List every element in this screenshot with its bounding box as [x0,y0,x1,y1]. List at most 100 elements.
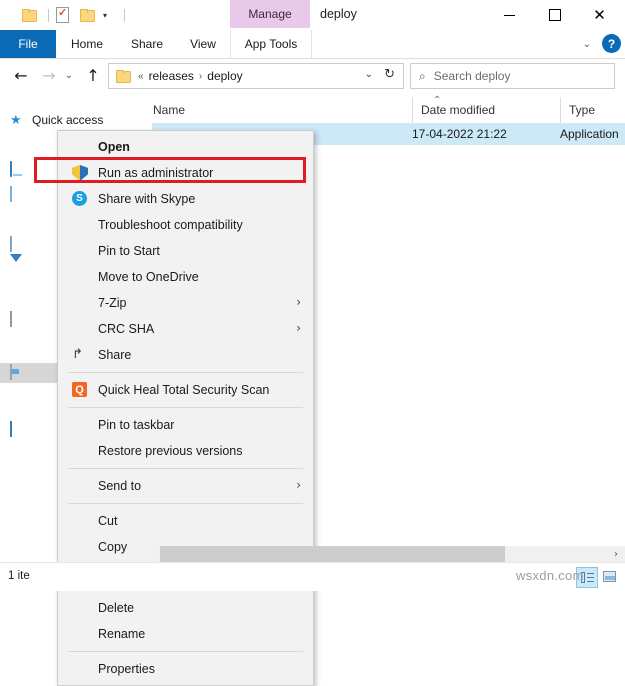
tab-file[interactable]: File [0,30,56,58]
column-header-date-modified[interactable]: Date modified [412,97,561,123]
maximize-icon [548,9,561,21]
forward-icon[interactable]: → [36,62,62,88]
menu-item-pin-to-taskbar[interactable]: Pin to taskbar [58,412,313,438]
up-icon[interactable]: ↑ [80,62,106,88]
help-icon[interactable]: ? [602,34,621,53]
menu-item-pin-to-start[interactable]: Pin to Start [58,238,313,264]
menu-item-label: Run as administrator [98,166,214,180]
tab-share[interactable]: Share [118,30,176,58]
menu-item-send-to[interactable]: Send to › [58,473,313,499]
address-toolbar: ← → ⌄ ↑ « releases › deploy ⌄ ↻ ⌕ Search… [0,59,625,91]
menu-item-share[interactable]: ↱ Share [58,342,313,368]
horizontal-scrollbar[interactable]: › [152,546,625,562]
folder-icon [116,70,131,83]
sidebar-item-desktop[interactable] [10,210,32,230]
contextual-tab-group-manage: Manage [230,0,310,28]
this-pc-icon [10,161,26,178]
status-item-count: 1 ite [8,570,30,582]
menu-item-restore-previous-versions[interactable]: Restore previous versions [58,438,313,464]
menu-item-label: Pin to taskbar [98,418,175,432]
menu-item-label: Share with Skype [98,192,196,206]
column-header-type[interactable]: Type [560,97,625,123]
sidebar-item-network[interactable] [10,420,32,440]
search-icon: ⌕ [419,68,426,83]
window-title: deploy [320,7,357,21]
scrollbar-thumb[interactable] [160,546,505,562]
sidebar-item-documents[interactable] [10,235,32,255]
properties-icon [56,6,69,23]
menu-item-rename[interactable]: Rename [58,621,313,647]
search-input[interactable]: Search deploy [434,69,511,83]
network-icon [10,421,26,438]
onedrive-icon [72,269,88,285]
qat-new-folder-button[interactable] [80,5,95,25]
minimize-icon [504,14,515,16]
chevron-right-icon: › [296,321,301,335]
chevron-right-icon: › [296,478,301,492]
qat-folder-button[interactable] [22,5,37,25]
sidebar-item-videos[interactable] [10,335,32,355]
chevron-right-icon[interactable]: › [609,546,623,562]
title-bar: ▾ Manage deploy ✕ [0,0,625,30]
sidebar-item-3d-objects[interactable] [10,185,32,205]
menu-item-label: Pin to Start [98,244,160,258]
sidebar-item-pictures[interactable] [10,310,32,330]
cell-date-modified: 17-04-2022 21:22 [412,127,507,141]
qat-customize-dropdown[interactable]: ▾ [100,5,107,25]
sidebar-item-downloads[interactable] [10,254,32,280]
minimize-button[interactable] [487,0,532,30]
menu-item-label: Properties [98,662,155,676]
qat-properties-button[interactable] [56,5,69,25]
recent-locations-icon[interactable]: ⌄ [60,62,78,88]
large-icons-view-button[interactable] [599,567,619,586]
menu-item-move-to-onedrive[interactable]: Move to OneDrive [58,264,313,290]
music-icon [10,287,26,303]
qat-separator-2 [118,5,131,25]
menu-item-cut[interactable]: Cut [58,508,313,534]
tab-view[interactable]: View [176,30,230,58]
menu-item-label: Restore previous versions [98,444,243,458]
new-folder-icon [80,9,95,22]
sidebar-item-dvd-drive[interactable] [10,392,32,412]
breadcrumb-item-releases[interactable]: releases [149,69,194,83]
menu-item-run-as-administrator[interactable]: Run as administrator [34,157,313,186]
sidebar-item-onedrive[interactable] [10,135,32,155]
menu-divider [68,651,303,652]
back-icon[interactable]: ← [8,62,34,88]
breadcrumb-overflow[interactable]: « [138,71,144,82]
breadcrumb-item-deploy[interactable]: deploy [207,69,242,83]
sidebar-item-quick-access[interactable]: ★ Quick access [10,110,103,130]
menu-item-crc-sha[interactable]: CRC SHA › [58,316,313,342]
chevron-down-icon[interactable]: ⌄ [578,35,596,53]
column-header-name-label: Name [153,103,186,117]
uac-shield-icon [72,165,88,181]
context-menu: Open Run as administrator S Share with S… [34,130,314,686]
close-button[interactable]: ✕ [577,0,622,30]
menu-item-label: Rename [98,627,146,641]
menu-item-label: Quick Heal Total Security Scan [98,383,270,397]
menu-item-label: Troubleshoot compatibility [98,218,243,232]
menu-item-troubleshoot-compatibility[interactable]: Troubleshoot compatibility [58,212,313,238]
menu-item-delete[interactable]: Delete [58,595,313,621]
tab-home[interactable]: Home [56,30,118,58]
menu-item-7-zip[interactable]: 7-Zip › [58,290,313,316]
sidebar-item-music[interactable] [10,285,32,305]
menu-item-properties[interactable]: Properties [58,656,313,682]
address-bar[interactable]: « releases › deploy ⌄ ↻ [108,63,404,89]
menu-item-share-with-skype[interactable]: S Share with Skype [58,186,313,212]
maximize-button[interactable] [532,0,577,30]
menu-divider [68,407,303,408]
column-header-name[interactable]: Name ⌃ [152,95,441,123]
videos-icon [10,337,26,353]
sidebar-item-this-pc[interactable] [10,160,32,180]
large-icons-view-icon [602,571,616,582]
cell-type: Application [560,127,619,141]
menu-item-open[interactable]: Open [58,134,313,160]
menu-item-quick-heal-total-security-scan[interactable]: Q Quick Heal Total Security Scan [58,377,313,403]
refresh-icon[interactable]: ↻ [384,67,395,82]
chevron-down-icon[interactable]: ⌄ [365,69,373,80]
tab-app-tools[interactable]: App Tools [230,30,312,58]
menu-item-label: Delete [98,601,135,615]
search-box[interactable]: ⌕ Search deploy [410,63,615,89]
close-icon: ✕ [593,5,606,24]
